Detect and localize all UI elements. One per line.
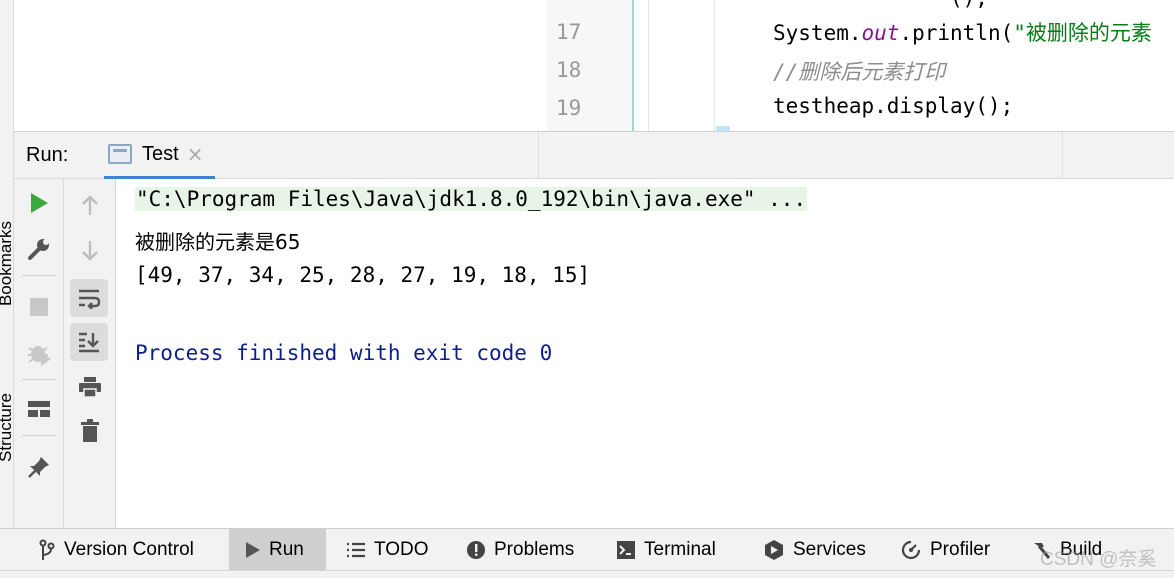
tab-label: Run: [269, 539, 304, 560]
vcs-branch-icon: [38, 539, 56, 561]
trash-icon: [81, 419, 99, 442]
code-line[interactable]: testheap.display();: [773, 94, 1013, 118]
tab-label: TODO: [374, 539, 429, 560]
editor-left-strip: [0, 0, 14, 131]
tab-label: Services: [793, 539, 866, 560]
profiler-tab[interactable]: Profiler: [894, 529, 996, 571]
fold-gutter: [648, 0, 649, 131]
list-icon: [346, 542, 366, 558]
run-tool-window-header: Run: Test ×: [14, 131, 1174, 179]
clear-all-button[interactable]: [72, 413, 108, 449]
rerun-button[interactable]: [21, 185, 57, 221]
services-tab[interactable]: Services: [757, 529, 872, 571]
code-editor[interactable]: (); 17 System.out.println("被删除的元素 18 //删…: [0, 0, 1174, 131]
structure-stripe-button[interactable]: Structure: [0, 393, 13, 462]
next-occurrence-button[interactable]: [72, 233, 108, 269]
toolbar-divider: [22, 379, 56, 380]
run-tab-bottom[interactable]: Run: [229, 529, 326, 571]
toolbar-divider: [22, 275, 56, 276]
profiler-icon: [900, 539, 922, 561]
indent-guide: [714, 0, 715, 131]
tab-test[interactable]: Test ×: [104, 132, 216, 179]
layout-button[interactable]: [21, 391, 57, 427]
line-number: 19: [556, 96, 582, 120]
run-label: Run:: [26, 144, 69, 166]
code-comment[interactable]: //删除后元素打印: [773, 56, 945, 86]
console-output[interactable]: "C:\Program Files\Java\jdk1.8.0_192\bin\…: [117, 179, 1174, 528]
code-line-partial: ();: [773, 0, 988, 10]
services-icon: [763, 539, 785, 561]
header-divider: [538, 132, 539, 179]
run-toolbar-secondary: [64, 179, 116, 528]
warning-icon: [466, 540, 486, 560]
tab-label: Terminal: [644, 539, 716, 560]
scroll-to-end-icon: [79, 332, 99, 353]
line-number: 18: [556, 58, 582, 82]
previous-occurrence-button[interactable]: [72, 187, 108, 223]
scroll-to-end-toggle[interactable]: [70, 323, 108, 361]
print-button[interactable]: [72, 369, 108, 405]
code-line[interactable]: System.out.println("被删除的元素: [773, 17, 1152, 47]
bookmarks-stripe-button[interactable]: Bookmarks: [0, 221, 13, 306]
wrench-icon: [28, 239, 49, 260]
process-exit-message: Process finished with exit code 0: [135, 341, 553, 365]
line-number: 17: [556, 20, 582, 44]
arrow-up-icon: [82, 195, 98, 215]
status-bar: [0, 570, 1174, 578]
play-icon: [245, 541, 261, 559]
soft-wrap-toggle[interactable]: [70, 279, 108, 317]
modify-run-configuration-button[interactable]: [21, 231, 57, 267]
print-icon: [79, 377, 101, 398]
soft-wrap-icon: [79, 289, 101, 309]
tab-label: Profiler: [930, 539, 991, 560]
stop-button[interactable]: [21, 289, 57, 325]
layout-icon: [28, 401, 50, 417]
close-icon[interactable]: ×: [187, 142, 204, 166]
bottom-tool-window-bar: Version Control Run TODO Problems Termin…: [0, 528, 1174, 571]
watermark: CSDN @奈奚: [1040, 549, 1157, 570]
terminal-tab[interactable]: Terminal: [610, 529, 722, 571]
problems-tab[interactable]: Problems: [460, 529, 580, 571]
pin-tab-button[interactable]: [21, 449, 57, 485]
rerun-icon: [31, 193, 48, 213]
stop-icon: [30, 298, 48, 316]
todo-tab[interactable]: TODO: [340, 529, 435, 571]
console-line: [49, 37, 34, 25, 28, 27, 19, 18, 15]: [135, 263, 591, 287]
version-control-tab[interactable]: Version Control: [32, 529, 200, 571]
pin-icon: [28, 457, 49, 478]
run-toolbar-primary: [14, 179, 64, 528]
console-command-line[interactable]: "C:\Program Files\Java\jdk1.8.0_192\bin\…: [135, 187, 808, 211]
arrow-down-icon: [82, 241, 98, 261]
console-icon: [108, 144, 132, 164]
toolbar-divider: [22, 435, 56, 436]
tab-label: Test: [142, 142, 179, 165]
tab-label: Version Control: [64, 539, 194, 560]
console-line: 被删除的元素是65: [135, 230, 301, 254]
tab-label: Problems: [494, 539, 575, 560]
left-tool-stripe: Bookmarks Structure: [0, 131, 14, 528]
debug-button[interactable]: [21, 335, 57, 371]
gutter-change-marker: [632, 0, 634, 131]
header-divider: [1062, 132, 1063, 179]
terminal-icon: [616, 540, 636, 560]
debug-icon: [28, 346, 51, 366]
